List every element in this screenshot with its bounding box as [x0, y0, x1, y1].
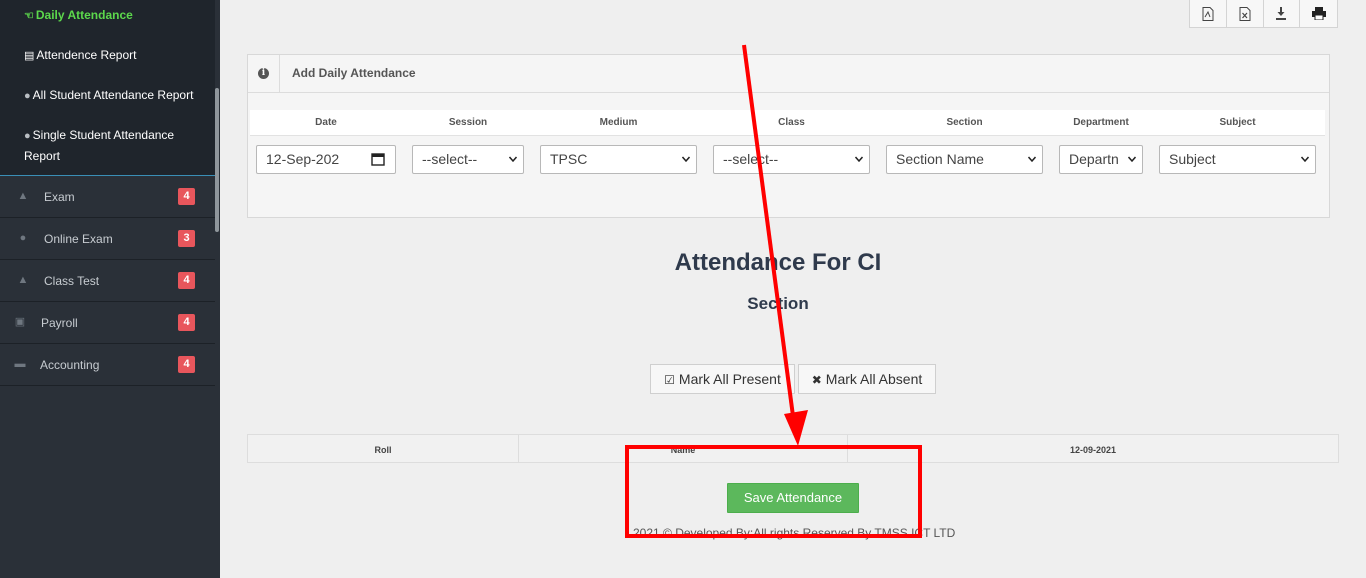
annotation-arrow	[742, 44, 808, 446]
